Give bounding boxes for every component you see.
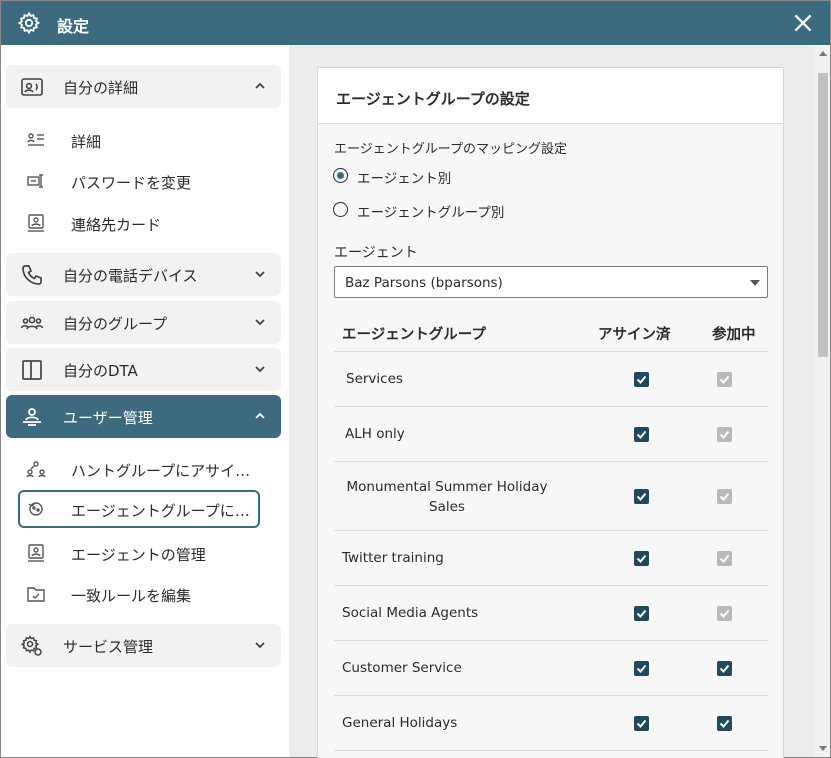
table-row: Social Media Agents xyxy=(334,586,768,641)
section-label: 自分のグループ xyxy=(63,315,168,333)
table-row: Services xyxy=(334,352,768,407)
main-content: エージェントグループの設定 エージェントグループのマッピング設定 エージェント別… xyxy=(289,45,830,758)
header-joined: 参加中 xyxy=(712,327,756,343)
close-icon[interactable] xyxy=(790,10,816,36)
agent-manage-icon xyxy=(28,544,44,562)
agent-select[interactable]: Baz Parsons (bparsons) xyxy=(334,266,768,298)
joined-checkbox[interactable] xyxy=(717,661,732,676)
radio-by-agent-label[interactable]: エージェント別 xyxy=(357,167,451,187)
sidebar-item-details[interactable]: 詳細 xyxy=(18,121,260,159)
table-row: Twitter training xyxy=(334,531,768,586)
assigned-checkbox[interactable] xyxy=(634,716,649,731)
agent-label: エージェント xyxy=(334,245,418,261)
chevron-down-icon xyxy=(255,366,265,373)
chevron-down-icon xyxy=(255,642,265,649)
section-user-management[interactable]: ユーザー管理 xyxy=(6,395,281,438)
user-desk-icon xyxy=(23,408,41,426)
agent-group-name: General Holidays xyxy=(342,715,458,731)
agent-group-icon xyxy=(28,502,43,516)
sidebar-item-label: 一致ルールを編集 xyxy=(71,587,192,605)
group-icon xyxy=(20,316,44,330)
panel-icon xyxy=(22,360,42,380)
gear-icon xyxy=(17,11,41,35)
section-label: 自分の詳細 xyxy=(63,79,139,97)
agent-group-name: ALH only xyxy=(345,426,405,442)
joined-checkbox xyxy=(717,489,732,504)
service-gear-icon xyxy=(20,635,42,656)
radio-by-agent[interactable] xyxy=(333,168,348,183)
sidebar-item-label: パスワードを変更 xyxy=(71,174,192,192)
details-list-icon xyxy=(27,133,44,146)
section-label: 自分のDTA xyxy=(63,362,138,380)
sidebar: 自分の詳細 詳細 パスワードを変更 連絡先カード 自分の電話デバイス 自分のグル… xyxy=(1,45,289,757)
agent-group-name: Monumental Summer Holiday Sales xyxy=(346,479,548,515)
agent-select-value: Baz Parsons (bparsons) xyxy=(345,275,503,291)
header-assigned: アサイン済 xyxy=(598,327,671,343)
vertical-scrollbar[interactable] xyxy=(814,45,830,757)
title-bar: 設定 xyxy=(1,1,830,45)
assigned-checkbox[interactable] xyxy=(634,606,649,621)
section-my-phone-devices[interactable]: 自分の電話デバイス xyxy=(6,253,281,296)
chevron-up-icon xyxy=(255,412,265,419)
table-row: General Holidays xyxy=(334,696,768,751)
window-title: 設定 xyxy=(57,17,90,36)
hunt-group-icon xyxy=(26,461,46,478)
scrollbar-thumb[interactable] xyxy=(818,73,828,357)
joined-checkbox xyxy=(717,372,732,387)
sidebar-item-assign-agent-group[interactable]: エージェントグループにアサインする xyxy=(18,490,260,528)
chevron-down-icon xyxy=(255,319,265,326)
assigned-checkbox[interactable] xyxy=(634,489,649,504)
agent-group-name: Customer Service xyxy=(342,660,462,676)
dropdown-caret-icon xyxy=(750,280,760,286)
sidebar-item-label: 詳細 xyxy=(71,133,102,151)
radio-by-agent-group[interactable] xyxy=(333,202,348,217)
password-icon xyxy=(27,174,43,188)
sidebar-item-label: エージェントグループにアサインする xyxy=(71,502,257,520)
table-row: ALH only xyxy=(334,407,768,462)
table-header: エージェントグループ アサイン済 参加中 xyxy=(334,310,768,352)
header-agent-group: エージェントグループ xyxy=(342,327,486,343)
assigned-checkbox[interactable] xyxy=(634,427,649,442)
agent-group-name: Social Media Agents xyxy=(342,605,479,621)
joined-checkbox xyxy=(717,606,732,621)
agent-group-name: Twitter training xyxy=(342,550,444,566)
sidebar-item-assign-hunt-group[interactable]: ハントグループにアサインする xyxy=(18,450,260,488)
joined-checkbox xyxy=(717,427,732,442)
assigned-checkbox[interactable] xyxy=(634,661,649,676)
joined-checkbox[interactable] xyxy=(717,716,732,731)
sidebar-item-contact-card[interactable]: 連絡先カード xyxy=(18,204,260,242)
agent-group-settings-panel: エージェントグループの設定 エージェントグループのマッピング設定 エージェント別… xyxy=(317,67,784,758)
mapping-label: エージェントグループのマッピング設定 xyxy=(334,142,567,157)
section-my-details[interactable]: 自分の詳細 xyxy=(6,65,281,108)
id-card-icon xyxy=(21,78,43,96)
section-label: ユーザー管理 xyxy=(63,409,153,427)
scroll-down-arrow-icon[interactable] xyxy=(819,746,827,751)
table-row: Customer Service xyxy=(334,641,768,696)
agent-group-name: Services xyxy=(346,371,403,387)
sidebar-item-change-password[interactable]: パスワードを変更 xyxy=(18,162,260,200)
radio-by-agent-group-label[interactable]: エージェントグループ別 xyxy=(357,201,504,221)
panel-header: エージェントグループの設定 xyxy=(318,68,783,124)
panel-title: エージェントグループの設定 xyxy=(336,90,530,108)
section-my-groups[interactable]: 自分のグループ xyxy=(6,301,281,344)
section-label: サービス管理 xyxy=(63,638,154,656)
sidebar-item-edit-match-rules[interactable]: 一致ルールを編集 xyxy=(18,575,260,613)
assigned-checkbox[interactable] xyxy=(634,372,649,387)
sidebar-item-label: 連絡先カード xyxy=(71,216,162,234)
joined-checkbox xyxy=(717,551,732,566)
section-label: 自分の電話デバイス xyxy=(63,267,198,285)
section-service-management[interactable]: サービス管理 xyxy=(6,624,281,667)
contact-card-icon xyxy=(28,214,44,232)
table-row: Monumental Summer Holiday Sales xyxy=(334,462,768,531)
sidebar-item-label: ハントグループにアサインする xyxy=(71,462,257,480)
section-my-dta[interactable]: 自分のDTA xyxy=(6,348,281,391)
sidebar-item-label: エージェントの管理 xyxy=(71,546,206,564)
chevron-up-icon xyxy=(255,82,265,89)
phone-icon xyxy=(22,265,42,285)
sidebar-item-agent-management[interactable]: エージェントの管理 xyxy=(18,534,260,572)
assigned-checkbox[interactable] xyxy=(634,551,649,566)
rule-folder-icon xyxy=(27,587,45,602)
chevron-down-icon xyxy=(255,271,265,278)
scroll-up-arrow-icon[interactable] xyxy=(819,51,827,56)
